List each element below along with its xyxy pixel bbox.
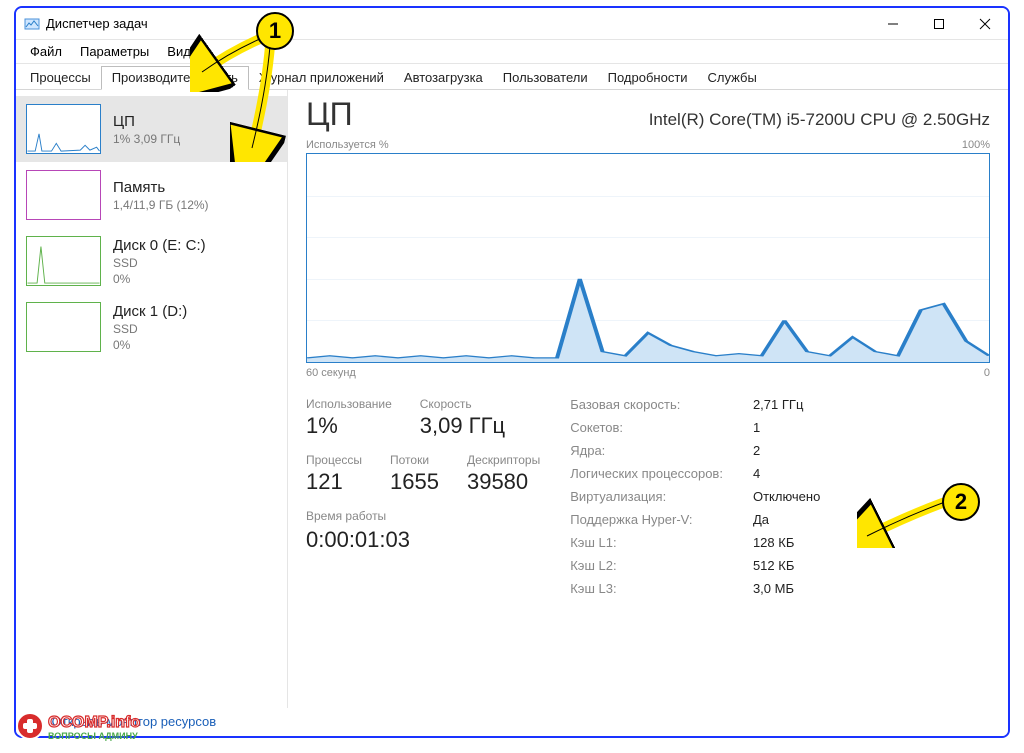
spec-value: 2 — [753, 443, 820, 458]
spec-value: 4 — [753, 466, 820, 481]
sidebar-thumb-2 — [26, 236, 101, 286]
stat-value: 3,09 ГГц — [420, 413, 505, 439]
tab-3[interactable]: Автозагрузка — [394, 67, 493, 89]
minimize-button[interactable] — [870, 8, 916, 39]
content-pane: ЦП Intel(R) Core(TM) i5-7200U CPU @ 2.50… — [288, 90, 1008, 708]
sidebar-item-title: ЦП — [113, 113, 180, 130]
annotation-marker-1: 1 — [256, 12, 294, 50]
tabstrip: ПроцессыПроизводительностьЖурнал приложе… — [16, 64, 1008, 90]
tab-6[interactable]: Службы — [698, 67, 767, 89]
chart-x-right: 0 — [984, 367, 990, 379]
spec-label: Кэш L3: — [570, 581, 723, 596]
stat-block: Скорость 3,09 ГГц — [420, 397, 505, 439]
sidebar-item-1[interactable]: Память 1,4/11,9 ГБ (12%) — [16, 162, 287, 228]
sidebar-item-2[interactable]: Диск 0 (E: C:) SSD 0% — [16, 228, 287, 294]
spec-label: Поддержка Hyper-V: — [570, 512, 723, 527]
stat-label: Использование — [306, 397, 392, 411]
sidebar-item-title: Память — [113, 179, 209, 196]
annotation-arrow-1b — [230, 42, 290, 162]
tab-5[interactable]: Подробности — [598, 67, 698, 89]
spec-label: Ядра: — [570, 443, 723, 458]
menu-item-1[interactable]: Параметры — [72, 42, 157, 61]
sidebar-item-sub: 1,4/11,9 ГБ (12%) — [113, 198, 209, 212]
sidebar-item-sub2: 0% — [113, 338, 187, 352]
spec-label: Виртуализация: — [570, 489, 723, 504]
watermark: OCOMP.info ВОПРОСЫ АДМИНУ — [14, 708, 189, 747]
stat-value: 121 — [306, 469, 362, 495]
close-button[interactable] — [962, 8, 1008, 39]
chart-y-label: Используется % — [306, 139, 389, 151]
sidebar-thumb-3 — [26, 302, 101, 352]
stat-block: Процессы 121 — [306, 453, 362, 495]
sidebar-item-title: Диск 0 (E: C:) — [113, 237, 206, 254]
spec-value: 2,71 ГГц — [753, 397, 820, 412]
cpu-title: ЦП — [306, 96, 353, 133]
window-title: Диспетчер задач — [46, 16, 148, 31]
spec-label: Базовая скорость: — [570, 397, 723, 412]
spec-value: 128 КБ — [753, 535, 820, 550]
uptime-label: Время работы — [306, 509, 540, 523]
menu-item-0[interactable]: Файл — [22, 42, 70, 61]
app-icon — [24, 16, 40, 32]
svg-text:OCOMP.info: OCOMP.info — [48, 714, 140, 731]
spec-label: Сокетов: — [570, 420, 723, 435]
sidebar-item-sub: 1% 3,09 ГГц — [113, 132, 180, 146]
cpu-model: Intel(R) Core(TM) i5-7200U CPU @ 2.50GHz — [649, 110, 990, 130]
sidebar: ЦП 1% 3,09 ГГц Память 1,4/11,9 ГБ (12%) Диск… — [16, 90, 288, 708]
spec-value: 512 КБ — [753, 558, 820, 573]
spec-label: Логических процессоров: — [570, 466, 723, 481]
stat-block: Использование 1% — [306, 397, 392, 439]
spec-label: Кэш L1: — [570, 535, 723, 550]
sidebar-item-sub2: 0% — [113, 272, 206, 286]
stat-label: Процессы — [306, 453, 362, 467]
titlebar: Диспетчер задач — [16, 8, 1008, 40]
stat-block: Потоки 1655 — [390, 453, 439, 495]
sidebar-item-sub: SSD — [113, 256, 206, 270]
chart-x-left: 60 секунд — [306, 367, 356, 379]
uptime-value: 0:00:01:03 — [306, 527, 540, 553]
cpu-chart — [306, 153, 990, 363]
spec-label: Кэш L2: — [570, 558, 723, 573]
stat-value: 1% — [306, 413, 392, 439]
tab-4[interactable]: Пользователи — [493, 67, 598, 89]
task-manager-window: Диспетчер задач ФайлПараметрыВид Процесс… — [16, 8, 1008, 736]
spec-value: 1 — [753, 420, 820, 435]
svg-text:ВОПРОСЫ АДМИНУ: ВОПРОСЫ АДМИНУ — [48, 731, 138, 741]
stat-value: 1655 — [390, 469, 439, 495]
spec-value: Отключено — [753, 489, 820, 504]
annotation-marker-2: 2 — [942, 483, 980, 521]
stat-value: 39580 — [467, 469, 540, 495]
tab-0[interactable]: Процессы — [20, 67, 101, 89]
sidebar-item-title: Диск 1 (D:) — [113, 303, 187, 320]
sidebar-thumb-0 — [26, 104, 101, 154]
maximize-button[interactable] — [916, 8, 962, 39]
sidebar-item-3[interactable]: Диск 1 (D:) SSD 0% — [16, 294, 287, 360]
spec-value: Да — [753, 512, 820, 527]
chart-y-max: 100% — [962, 139, 990, 151]
spec-value: 3,0 МБ — [753, 581, 820, 596]
menubar: ФайлПараметрыВид — [16, 40, 1008, 64]
stat-block: Дескрипторы 39580 — [467, 453, 540, 495]
stat-label: Дескрипторы — [467, 453, 540, 467]
stat-label: Скорость — [420, 397, 505, 411]
sidebar-thumb-1 — [26, 170, 101, 220]
sidebar-item-sub: SSD — [113, 322, 187, 336]
stat-label: Потоки — [390, 453, 439, 467]
